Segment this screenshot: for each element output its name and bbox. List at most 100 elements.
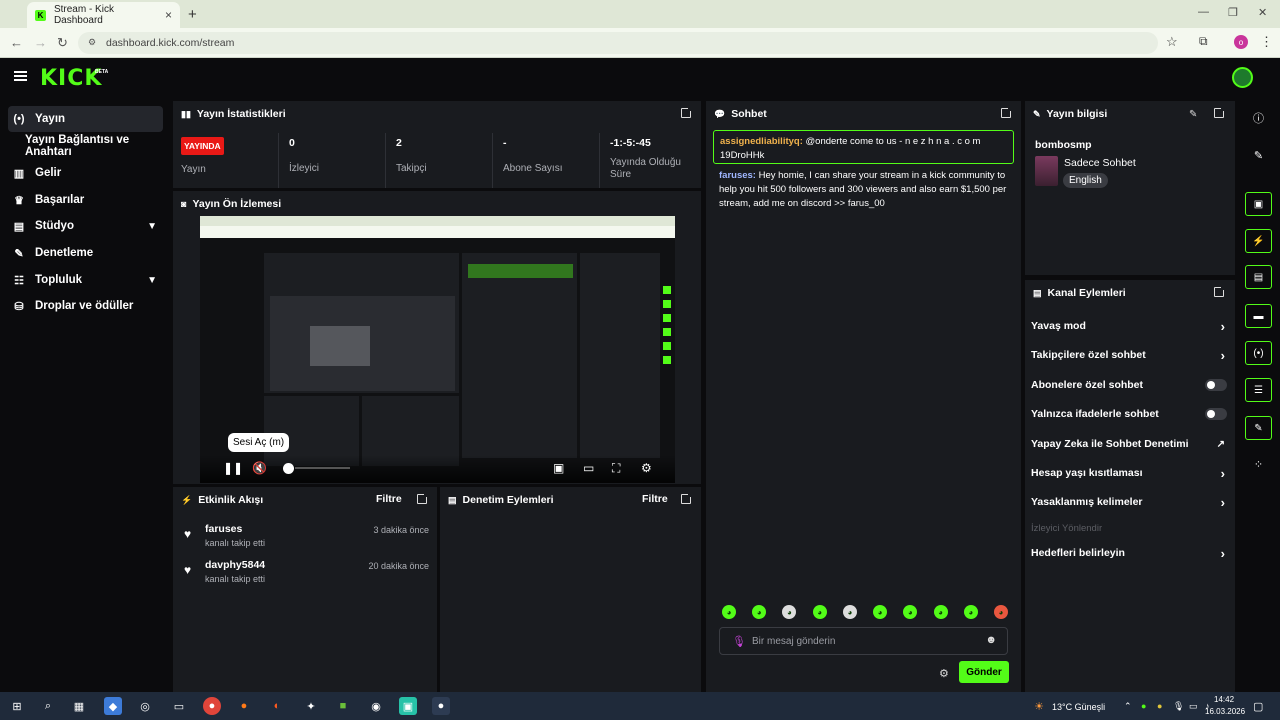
volume-slider-handle[interactable] xyxy=(283,463,294,474)
game-icon[interactable]: ✦ xyxy=(302,697,320,715)
activity-filter-button[interactable]: Filtre xyxy=(376,493,402,505)
expand-icon[interactable] xyxy=(417,492,429,504)
chrome-icon[interactable]: ● xyxy=(203,697,221,715)
subscribers-only-toggle[interactable] xyxy=(1205,379,1227,391)
reload-icon[interactable]: ↻ xyxy=(57,35,68,51)
layout-widgets-icon[interactable]: ⁘ xyxy=(1245,452,1272,476)
clock-time[interactable]: 14:42 xyxy=(1214,695,1234,704)
chrome-active-icon[interactable]: ● xyxy=(432,697,450,715)
windows-start-icon[interactable]: ⊞ xyxy=(8,697,26,715)
send-button[interactable]: Gönder xyxy=(959,661,1009,683)
microphone-tray-icon[interactable]: 🎙 xyxy=(1173,701,1184,712)
minimize-icon[interactable]: — xyxy=(1198,6,1209,18)
emote-icon[interactable]: ◕ xyxy=(963,605,978,619)
chat-message[interactable]: faruses: Hey homie, I can share your str… xyxy=(719,169,1009,211)
activity-widget-icon[interactable]: ⚡ xyxy=(1245,229,1272,253)
network-icon[interactable]: ▭ xyxy=(1189,701,1198,712)
emoji-picker-icon[interactable]: ☻ xyxy=(985,634,997,646)
notifications-icon[interactable]: ▢ xyxy=(1253,700,1263,713)
app-icon[interactable]: ◐ xyxy=(268,697,286,715)
emote-icon[interactable]: ◕ xyxy=(993,605,1008,619)
clock-date[interactable]: 16.03.2026 xyxy=(1205,707,1245,716)
channel-actions-widget-icon[interactable]: ☰ xyxy=(1245,378,1272,402)
action-banned-words[interactable]: Yasaklanmış kelimeler › xyxy=(1031,494,1227,510)
emote-icon[interactable]: ◕ xyxy=(903,605,918,619)
back-icon[interactable]: ← xyxy=(10,35,23,50)
weather-text[interactable]: 13°C Güneşli xyxy=(1052,702,1105,712)
emote-icon[interactable]: ◕ xyxy=(842,605,857,619)
window-close-icon[interactable]: ✕ xyxy=(1258,6,1267,19)
sidebar-item-revenue[interactable]: ▥ Gelir xyxy=(8,160,163,186)
app-icon[interactable]: ▣ xyxy=(399,697,417,715)
task-view-icon[interactable]: ▦ xyxy=(70,697,88,715)
microphone-icon[interactable]: 🎙 xyxy=(732,635,746,648)
edit-pencil-icon[interactable]: ✎ xyxy=(1189,109,1197,120)
expand-icon[interactable] xyxy=(1001,106,1013,118)
chat-message-input[interactable]: 🎙 Bir mesaj gönderin ☻ xyxy=(719,627,1008,655)
activity-username[interactable]: faruses xyxy=(205,523,242,535)
stats-widget-icon[interactable]: ▣ xyxy=(1245,192,1272,216)
action-account-age[interactable]: Hesap yaşı kısıtlaması › xyxy=(1031,465,1227,481)
theater-mode-icon[interactable]: ▭ xyxy=(583,461,594,475)
clip-icon[interactable]: ▣ xyxy=(553,461,564,475)
obs-icon[interactable]: ◉ xyxy=(367,697,385,715)
emote-icon[interactable]: ◕ xyxy=(873,605,888,619)
expand-icon[interactable] xyxy=(681,106,693,118)
activity-username[interactable]: davphy5844 xyxy=(205,559,265,571)
sidebar-item-studio[interactable]: ▤ Stüdyo ▼ xyxy=(8,213,163,239)
restore-icon[interactable]: ❐ xyxy=(1228,6,1238,19)
minecraft-icon[interactable]: ■ xyxy=(334,697,352,715)
tray-app-icon[interactable]: ● xyxy=(1157,701,1162,711)
hamburger-menu-icon[interactable] xyxy=(14,71,27,81)
action-followers-only[interactable]: Takipçilere özel sohbet › xyxy=(1031,347,1227,363)
url-field[interactable]: ⚙ dashboard.kick.com/stream xyxy=(78,32,1158,54)
search-icon[interactable]: ⌕ xyxy=(39,697,57,715)
stream-info-widget-icon[interactable]: ✎ xyxy=(1245,416,1272,440)
moderation-widget-icon[interactable]: ▤ xyxy=(1245,265,1272,289)
volume-slider-track[interactable] xyxy=(295,467,350,469)
browser-menu-icon[interactable]: ⋮ xyxy=(1260,34,1273,50)
pinned-chat-message[interactable]: assignedliabilityq: @onderte come to us … xyxy=(713,130,1014,164)
emote-icon[interactable]: ◕ xyxy=(933,605,948,619)
moderation-filter-button[interactable]: Filtre xyxy=(642,493,668,505)
steam-icon[interactable]: ◎ xyxy=(136,697,154,715)
file-explorer-icon[interactable]: ▭ xyxy=(170,697,188,715)
broadcast-widget-icon[interactable]: (•) xyxy=(1245,341,1272,365)
action-set-goals[interactable]: Hedefleri belirleyin › xyxy=(1031,545,1227,561)
muted-speaker-icon[interactable]: 🔇 xyxy=(252,461,267,475)
sidebar-item-stream[interactable]: (•) Yayın xyxy=(8,106,163,132)
emote-icon[interactable]: ◕ xyxy=(752,605,767,619)
emote-icon[interactable]: ◕ xyxy=(812,605,827,619)
tray-app-icon[interactable]: ● xyxy=(1141,701,1146,711)
action-ai-moderation[interactable]: Yapay Zeka ile Sohbet Denetimi ↗ xyxy=(1031,436,1227,452)
emote-icon[interactable]: ◕ xyxy=(722,605,736,619)
new-tab-button[interactable]: + xyxy=(188,6,197,23)
info-icon[interactable]: ⓘ xyxy=(1245,106,1272,130)
browser-tab[interactable]: K Stream - Kick Dashboard × xyxy=(27,2,180,28)
edit-icon[interactable]: ✎ xyxy=(1245,143,1272,167)
user-avatar[interactable] xyxy=(1232,67,1253,88)
sidebar-item-moderation[interactable]: ✎ Denetleme xyxy=(8,240,163,266)
chat-username[interactable]: faruses: xyxy=(719,170,756,181)
emote-only-toggle[interactable] xyxy=(1205,408,1227,420)
extensions-icon[interactable]: ⧉ xyxy=(1199,34,1208,49)
expand-icon[interactable] xyxy=(681,492,693,504)
sidebar-item-stream-key[interactable]: Yayın Bağlantısı ve Anahtarı xyxy=(20,133,170,159)
kick-logo[interactable]: KICK xyxy=(40,66,102,91)
chat-username[interactable]: assignedliabilityq: xyxy=(720,136,803,147)
chat-widget-icon[interactable]: ▬ xyxy=(1245,304,1272,328)
copilot-icon[interactable]: ◆ xyxy=(104,697,122,715)
sidebar-item-community[interactable]: ☷ Topluluk ▼ xyxy=(8,267,163,293)
expand-icon[interactable] xyxy=(1214,106,1226,118)
settings-gear-icon[interactable]: ⚙ xyxy=(641,461,652,475)
site-info-icon[interactable]: ⚙ xyxy=(88,37,96,48)
forward-icon[interactable]: → xyxy=(34,35,47,50)
pause-icon[interactable]: ❚❚ xyxy=(223,461,243,475)
profile-avatar[interactable]: o xyxy=(1234,35,1248,49)
fullscreen-icon[interactable]: ⛶ xyxy=(612,461,620,476)
firefox-icon[interactable]: ● xyxy=(235,697,253,715)
bookmark-star-icon[interactable]: ☆ xyxy=(1166,34,1178,50)
stream-category[interactable]: Sadece Sohbet xyxy=(1064,157,1136,169)
sidebar-item-drops[interactable]: ⛁ Droplar ve ödüller xyxy=(8,293,163,319)
action-slow-mode[interactable]: Yavaş mod › xyxy=(1031,318,1227,334)
